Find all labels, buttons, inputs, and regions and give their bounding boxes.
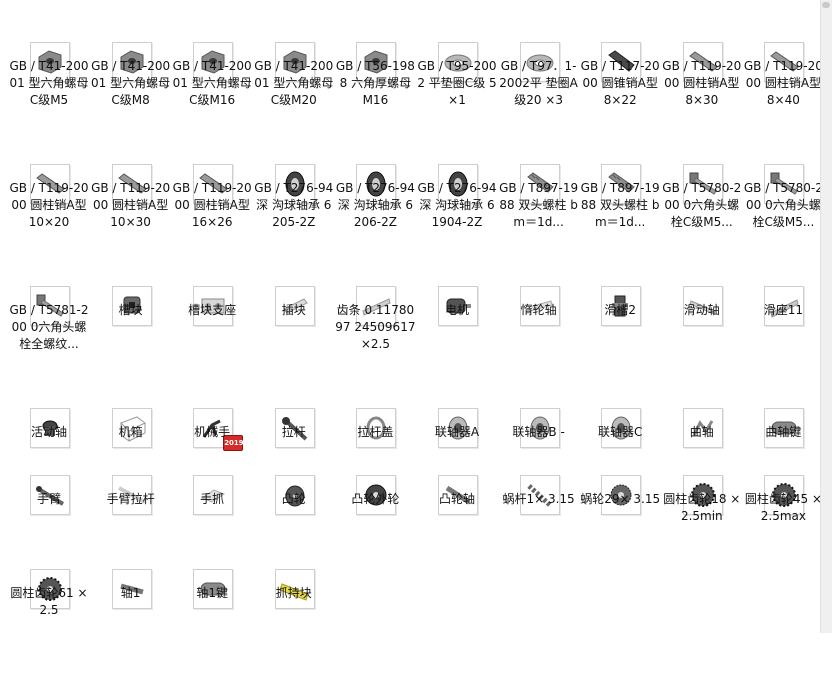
file-item-label: 滑动轴 [683,303,720,317]
file-item[interactable]: GB / T276-94深 沟球轴承 6205-2Z [253,140,335,268]
file-item-label: 轴1键 [196,586,228,600]
file-item[interactable]: 滑槽2 [579,262,661,390]
file-item-label: GB / T56-1988 六角厚螺母 M16 [335,59,415,107]
file-icon-grid: GB / T41-20001 型六角螺母 C级M5 GB / T41-20001 … [0,0,832,633]
file-item[interactable]: GB / T119-2000 圆柱销A型 10×20 [8,140,90,268]
file-item-label: 惰轮轴 [520,303,557,317]
file-item[interactable]: 槽块支座 [171,262,253,390]
file-item[interactable]: GB / T5780-200 0六角头螺 栓C级M5... [661,140,743,268]
file-item-label: 联轴器B - [512,425,565,439]
file-item[interactable]: 电机 [416,262,498,390]
file-item-label: 手臂拉杆 [106,492,155,506]
file-item-label: 圆柱齿轮18 ×2.5min [663,492,741,523]
file-item[interactable]: GB / T41-20001 型六角螺母 C级M20 [253,18,335,146]
file-item[interactable]: GB / T119-2000 圆柱销A型 16×26 [171,140,253,268]
file-item-label: 蜗杆1× 3.15 [502,492,575,506]
file-item-label: 凸轮轴 [438,492,475,506]
file-item-label: 齿条 0.1178097 24509617 ×2.5 [335,303,416,351]
file-item-label: GB / T897-1988 双头螺柱 bm＝1d... [580,181,660,229]
file-item-label: 滑座11 [763,303,804,317]
file-item[interactable]: GB / T5781-200 0六角头螺 栓全螺纹... [8,262,90,390]
file-item-label: 凸轮外轮 [351,492,400,506]
file-item[interactable]: 蜗杆1× 3.15 [498,451,580,579]
file-item[interactable]: GB / T119-2000 圆柱销A型 8×40 [742,18,824,146]
file-item-label: GB / T41-20001 型六角螺母 C级M20 [254,59,334,107]
file-item[interactable]: GB / T5780-200 0六角头螺 栓C级M5... [742,140,824,268]
file-item-label: GB / T5780-200 0六角头螺 栓C级M5... [662,181,742,229]
file-item[interactable]: 凸轮轴 [416,451,498,579]
file-item-label: 槽块 [118,303,143,317]
file-item-label: GB / T119-2000 圆柱销A型 16×26 [172,181,252,229]
file-item[interactable]: GB / T276-94深 沟球轴承 61904-2Z [416,140,498,268]
file-item-label: GB / T276-94深 沟球轴承 61904-2Z [417,181,497,229]
file-item-label: 拉杆盖 [357,425,394,439]
file-item-label: 圆柱齿轮45 ×2.5max [744,492,822,523]
file-item[interactable]: 轴1 [90,545,172,673]
file-item-label: 曲轴键 [765,425,802,439]
file-item-label: GB / T41-20001 型六角螺母 C级M16 [172,59,252,107]
file-item-label: 曲轴 [689,425,714,439]
file-item[interactable]: GB / T276-94深 沟球轴承 6206-2Z [334,140,416,268]
file-item-label: 手臂 [36,492,61,506]
file-item-label: GB / T5781-200 0六角头螺 栓全螺纹... [9,303,89,351]
scrollbar-thumb[interactable] [822,2,830,8]
file-item-label: 槽块支座 [188,303,237,317]
file-item-label: GB / T119-2000 圆柱销A型 10×30 [91,181,171,229]
file-item-label: 拉杆 [281,425,306,439]
file-item[interactable]: 滑座11 [742,262,824,390]
file-item-label: GB / T95-2002 平垫圈C级 5×1 [417,59,497,107]
vertical-scrollbar[interactable] [820,0,832,633]
file-item[interactable]: GB / T41-20001 型六角螺母 C级M8 [90,18,172,146]
file-item-label: 电机 [444,303,469,317]
file-item[interactable]: 蜗轮29× 3.15 [579,451,661,579]
file-item-label: GB / T117-2000 圆锥销A型 8×22 [580,59,660,107]
file-item[interactable]: GB / T897-1988 双头螺柱 bm＝1d... [579,140,661,268]
file-item-label: GB / T41-20001 型六角螺母 C级M8 [91,59,171,107]
file-item[interactable]: GB / T119-2000 圆柱销A型 8×30 [661,18,743,146]
file-item-label: 联轴器A [434,425,480,439]
file-item-label: 机箱 [118,425,143,439]
file-item-label: GB / T5780-200 0六角头螺 栓C级M5... [743,181,823,229]
file-item[interactable]: GB / T97．1-2002平 垫圈A级20 ×3 [498,18,580,146]
file-item-label: 联轴器C [597,425,643,439]
file-item-label: GB / T897-1988 双头螺柱 bm＝1d... [499,181,579,229]
file-item-label: GB / T97．1-2002平 垫圈A级20 ×3 [499,59,578,107]
file-item-label: GB / T276-94深 沟球轴承 6205-2Z [254,181,334,229]
file-item-label: 滑槽2 [604,303,636,317]
file-item[interactable]: 圆柱齿轮61 ×2.5 [8,545,90,673]
file-item-label: GB / T276-94深 沟球轴承 6206-2Z [335,181,415,229]
file-item[interactable]: GB / T56-1988 六角厚螺母 M16 [334,18,416,146]
file-item-label: 手抓 [200,492,225,506]
file-item-label: 圆柱齿轮61 ×2.5 [10,586,88,617]
file-item[interactable]: 插块 [253,262,335,390]
file-item-label: 凸轮 [281,492,306,506]
file-item-label: 插块 [281,303,306,317]
file-item-label: 抓持块 [275,586,312,600]
file-item[interactable]: 槽块 [90,262,172,390]
file-item-label: 机械手 [194,425,231,439]
file-item[interactable]: 凸轮外轮 [334,451,416,579]
file-item[interactable]: GB / T41-20001 型六角螺母 C级M16 [171,18,253,146]
file-item-label: GB / T119-2000 圆柱销A型 8×30 [662,59,742,107]
file-item-label: GB / T119-2000 圆柱销A型 10×20 [9,181,89,229]
file-item[interactable]: GB / T897-1988 双头螺柱 bm＝1d... [498,140,580,268]
file-item[interactable]: GB / T117-2000 圆锥销A型 8×22 [579,18,661,146]
file-item[interactable]: GB / T119-2000 圆柱销A型 10×30 [90,140,172,268]
file-item-label: GB / T41-20001 型六角螺母 C级M5 [9,59,89,107]
file-item[interactable]: GB / T95-2002 平垫圈C级 5×1 [416,18,498,146]
file-item[interactable]: 惰轮轴 [498,262,580,390]
file-item-label: 蜗轮29× 3.15 [580,492,661,506]
file-item[interactable]: 圆柱齿轮18 ×2.5min [661,451,743,579]
file-item[interactable]: 轴1键 [171,545,253,673]
file-item[interactable]: GB / T41-20001 型六角螺母 C级M5 [8,18,90,146]
file-item-label: 活动轴 [30,425,67,439]
file-item-label: GB / T119-2000 圆柱销A型 8×40 [743,59,823,107]
file-item[interactable]: 圆柱齿轮45 ×2.5max [742,451,824,579]
file-item-label: 轴1 [120,586,141,600]
file-item[interactable]: 齿条 0.1178097 24509617 ×2.5 [334,262,416,390]
file-item[interactable]: 抓持块 [253,545,335,673]
file-item[interactable]: 滑动轴 [661,262,743,390]
